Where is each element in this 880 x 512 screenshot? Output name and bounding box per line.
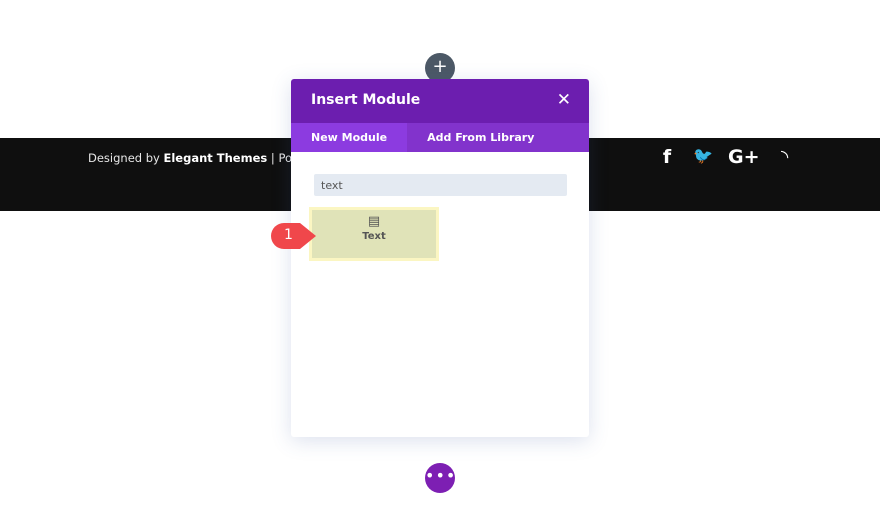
modal-header: Insert Module ✕: [291, 79, 589, 123]
tab-add-from-library[interactable]: Add From Library: [407, 123, 554, 152]
modal-tabs: New Module Add From Library: [291, 123, 589, 152]
facebook-icon[interactable]: f: [656, 146, 678, 168]
close-icon[interactable]: ✕: [557, 90, 571, 110]
step-number: 1: [284, 227, 293, 243]
module-label: Text: [362, 231, 386, 242]
step-badge: 1: [270, 222, 318, 250]
google-plus-icon[interactable]: G+: [728, 146, 760, 168]
badge-shape: [271, 223, 316, 249]
document-icon: ▤: [367, 214, 381, 229]
modal-title: Insert Module: [311, 92, 421, 108]
social-icons: f 🐦 G+ ◝: [656, 146, 796, 168]
module-search-input[interactable]: [314, 174, 567, 196]
tab-new-module[interactable]: New Module: [291, 123, 408, 152]
designed-by-text: Designed by: [88, 151, 160, 165]
more-options-button[interactable]: •••: [425, 463, 455, 493]
module-text[interactable]: ▤ Text: [309, 207, 439, 261]
twitter-icon[interactable]: 🐦: [692, 146, 714, 168]
insert-module-modal: Insert Module ✕ New Module Add From Libr…: [291, 79, 589, 437]
separator: |: [270, 151, 275, 165]
rss-icon[interactable]: ◝: [774, 146, 796, 168]
brand-link[interactable]: Elegant Themes: [164, 151, 268, 165]
